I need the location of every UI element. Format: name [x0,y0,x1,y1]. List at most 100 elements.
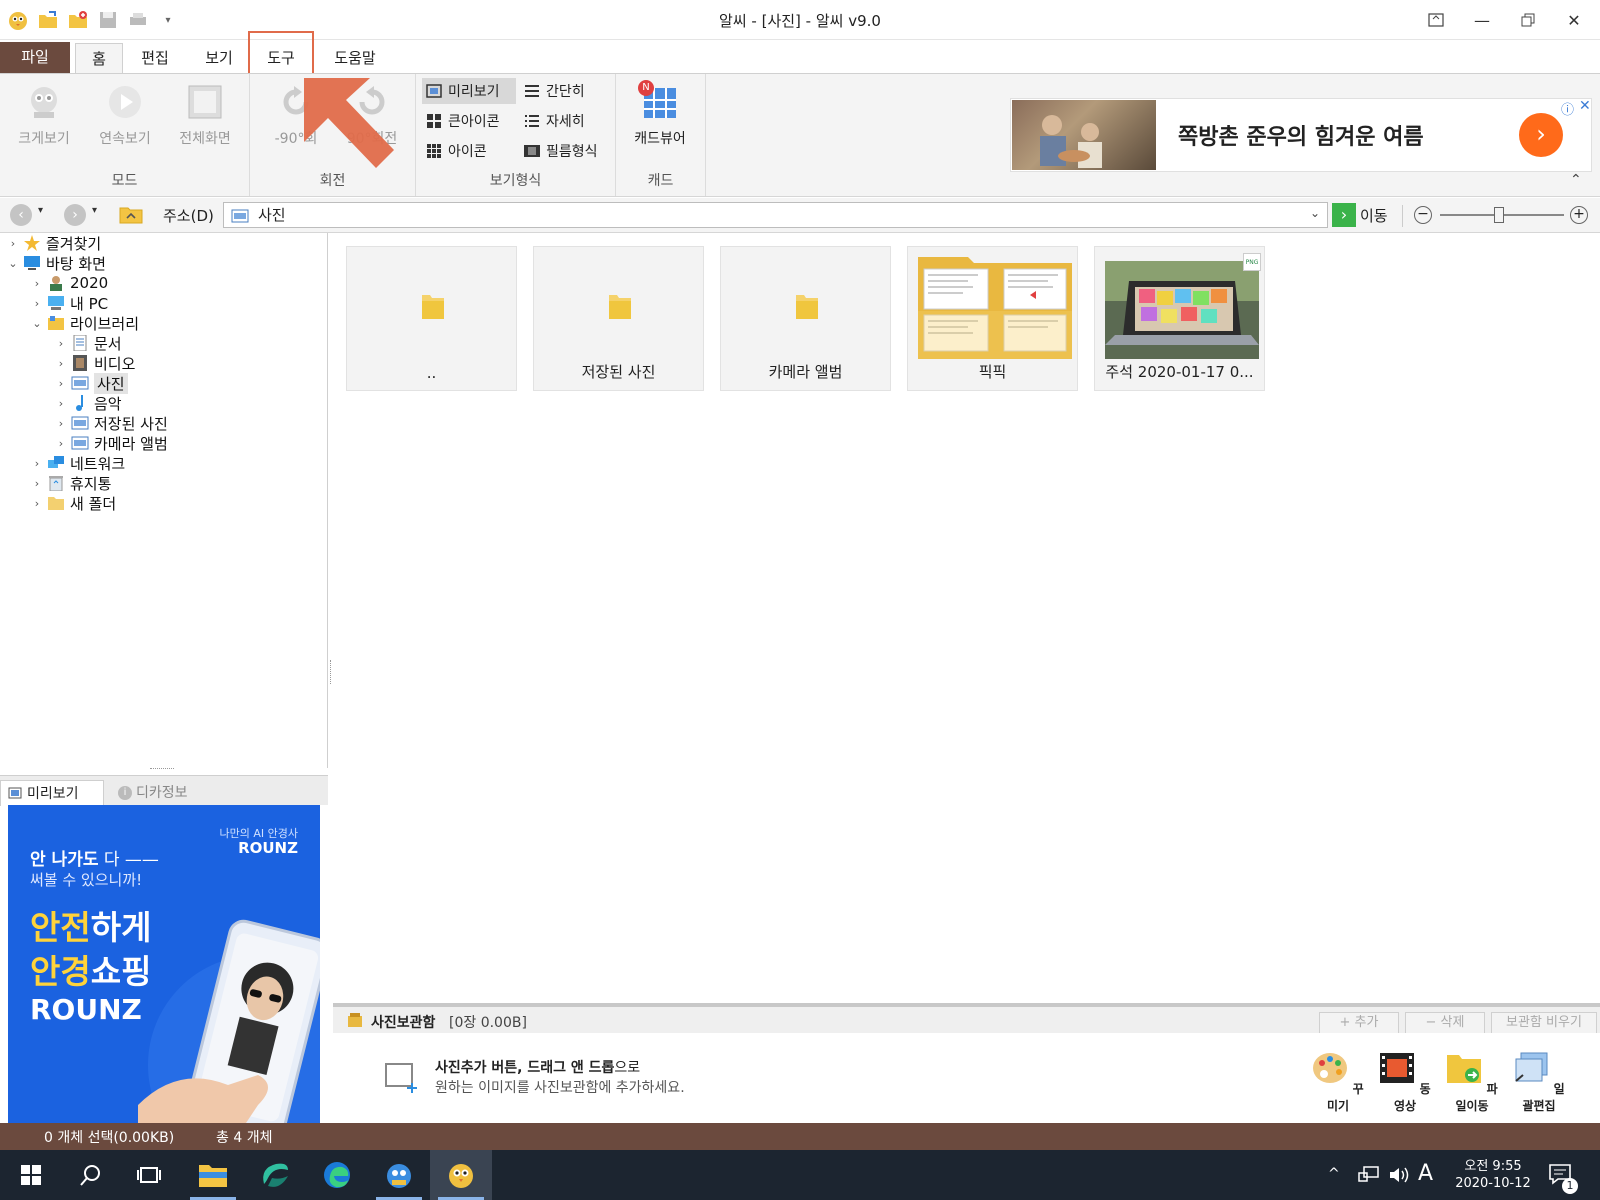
tree-item-documents[interactable]: › 문서 [54,333,122,353]
expand-arrow-icon[interactable]: › [30,477,44,490]
ime-indicator[interactable]: A [1418,1161,1433,1186]
minimize-icon[interactable]: — [1459,0,1505,40]
expand-arrow-icon[interactable]: › [54,397,68,410]
slideshow-button[interactable]: 연속보기 [87,82,163,148]
tree-item-2020[interactable]: › 2020 [30,273,108,293]
taskbar-alsee-viewer[interactable] [368,1150,430,1200]
start-button[interactable] [0,1150,62,1200]
tree-item-videos[interactable]: › 비디오 [54,353,136,373]
tree-label: 휴지통 [70,474,112,493]
ad-arrow-icon[interactable]: › [1519,113,1563,157]
collapse-ribbon-icon[interactable]: ⌃ [1570,172,1582,188]
back-icon[interactable]: ‹ [10,204,32,226]
tree-item-desktop[interactable]: ⌄ 바탕 화면 [6,253,106,273]
tree-splitter-handle[interactable] [150,768,174,771]
expand-arrow-icon[interactable]: › [6,237,20,250]
add-photo-icon[interactable] [385,1063,419,1093]
ad-photo [1012,100,1156,170]
decorate-tool-button[interactable]: 꾸미기 [1307,1051,1369,1114]
expand-arrow-icon[interactable]: › [54,417,68,430]
file-tile[interactable]: .. [346,246,517,391]
expand-arrow-icon[interactable]: › [54,437,68,450]
cad-viewer-button[interactable]: N 캐드뷰어 [622,80,698,148]
view-filmstrip-button[interactable]: 필름형식 [520,138,602,164]
back-history-icon[interactable]: ▾ [38,205,43,216]
tab-view[interactable]: 보기 [194,43,244,73]
collapse-arrow-icon[interactable]: ⌄ [30,317,44,330]
network-icon [48,456,64,468]
video-tool-button[interactable]: 동영상 [1374,1051,1436,1114]
view-simple-button[interactable]: 간단히 [520,78,589,104]
tab-preview[interactable]: 미리보기 [0,780,104,806]
address-dropdown-icon[interactable]: ⌄ [1310,206,1320,220]
tree-label: 2020 [70,274,109,292]
view-large-icon-button[interactable]: 큰아이콘 [422,108,504,134]
task-view-button[interactable] [118,1150,180,1200]
fullscreen-button[interactable]: 전체화면 [167,82,243,148]
ribbon-ad-banner[interactable]: 쪽방촌 준우의 힘겨운 여름 › ⓘ ✕ [1010,98,1592,172]
zoom-out-icon[interactable]: − [1414,206,1432,224]
restore-icon[interactable] [1505,0,1551,40]
tree-item-camera-roll[interactable]: › 카메라 앨범 [54,433,168,453]
tree-item-favorites[interactable]: › 즐겨찾기 [6,233,101,253]
network-tray-icon[interactable] [1358,1165,1380,1185]
taskbar-browser[interactable] [244,1150,306,1200]
tree-item-saved-pictures[interactable]: › 저장된 사진 [54,413,168,433]
large-view-button[interactable]: 크게보기 [6,82,82,148]
photo-box-add-button[interactable]: + 추가 [1319,1012,1399,1034]
expand-arrow-icon[interactable]: › [30,457,44,470]
batch-edit-tool-button[interactable]: 일괄편집 [1508,1051,1570,1114]
ad-info-icon[interactable]: ⓘ [1561,99,1574,118]
file-tile[interactable]: 저장된 사진 [533,246,704,391]
zoom-slider-thumb[interactable] [1494,207,1504,223]
small-icons-icon [427,144,441,158]
file-tile[interactable]: 카메라 앨범 [720,246,891,391]
tree-item-my-pc[interactable]: › 내 PC [30,293,108,313]
ribbon-toggle-icon[interactable] [1413,0,1459,40]
tree-item-recycle-bin[interactable]: › 휴지통 [30,473,112,493]
tab-edit[interactable]: 편집 [130,43,180,73]
expand-arrow-icon[interactable]: › [54,377,68,390]
expand-arrow-icon[interactable]: › [54,357,68,370]
tree-item-libraries[interactable]: ⌄ 라이브러리 [30,313,139,333]
preview-ad-banner[interactable]: 나만의 AI 안경사 ROUNZ 안 나가도 다 —— 써볼 수 있으니까! 안… [8,805,320,1123]
expand-arrow-icon[interactable]: › [30,297,44,310]
photo-box-delete-button[interactable]: − 삭제 [1405,1012,1485,1034]
close-icon[interactable]: ✕ [1551,0,1597,40]
search-button[interactable] [60,1150,122,1200]
file-tile[interactable]: PNG 주석 2020-01-17 0... [1094,246,1265,391]
clock-time[interactable]: 오전 9:55 [1448,1155,1538,1174]
taskbar-alsee[interactable] [430,1150,492,1200]
tree-item-music[interactable]: › 음악 [54,393,122,413]
move-file-tool-button[interactable]: 파일이동 [1441,1051,1503,1114]
tree-item-new-folder[interactable]: › 새 폴더 [30,493,116,513]
tab-home[interactable]: 홈 [75,43,123,73]
folder-icon [609,295,631,319]
forward-history-icon[interactable]: ▾ [92,205,97,216]
go-button-label[interactable]: 이동 [1360,205,1388,226]
taskbar-edge[interactable] [306,1150,368,1200]
tab-camera-info[interactable]: i 디카정보 [110,780,220,806]
go-icon[interactable]: › [1332,203,1356,227]
clock-date[interactable]: 2020-10-12 [1448,1176,1538,1191]
zoom-in-icon[interactable]: + [1570,206,1588,224]
address-input[interactable]: 사진 [223,202,1328,228]
taskbar-file-explorer[interactable] [182,1150,244,1200]
tree-item-network[interactable]: › 네트워크 [30,453,125,473]
view-icon-button[interactable]: 아이콘 [422,138,491,164]
ad-close-icon[interactable]: ✕ [1579,98,1591,114]
expand-arrow-icon[interactable]: › [54,337,68,350]
file-tile[interactable]: 픽픽 [907,246,1078,391]
up-folder-icon[interactable] [119,204,143,228]
tree-item-pictures[interactable]: › 사진 [54,372,128,394]
photo-box-empty-button[interactable]: 보관함 비우기 [1491,1012,1597,1034]
expand-arrow-icon[interactable]: › [30,277,44,290]
tray-overflow-icon[interactable]: ^ [1328,1166,1340,1182]
expand-arrow-icon[interactable]: › [30,497,44,510]
volume-icon[interactable] [1388,1165,1410,1185]
forward-icon[interactable]: › [64,204,86,226]
view-details-button[interactable]: 자세히 [520,108,589,134]
view-preview-button[interactable]: 미리보기 [422,78,516,104]
collapse-arrow-icon[interactable]: ⌄ [6,257,20,270]
tab-file[interactable]: 파일 [0,42,70,73]
